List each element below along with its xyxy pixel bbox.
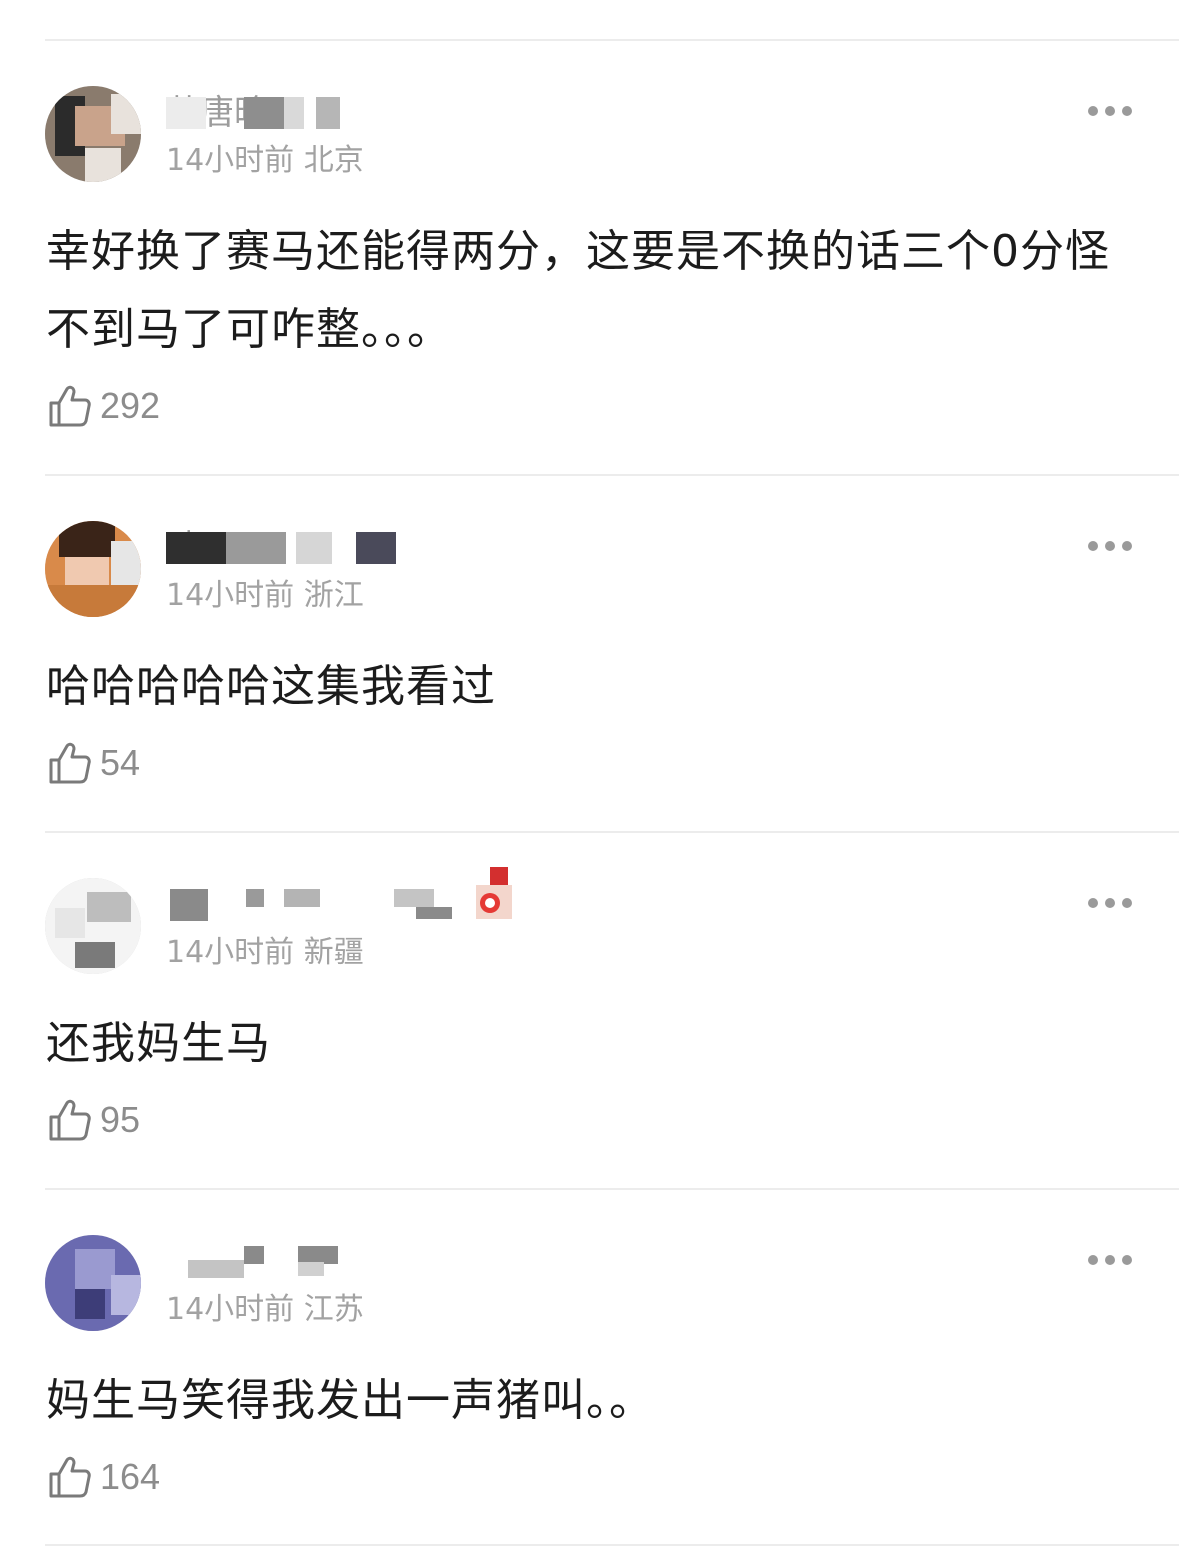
comment-location: 新疆 <box>303 935 364 970</box>
avatar-pixel-block <box>45 585 141 617</box>
username[interactable]: 晴天 <box>166 526 426 570</box>
like-button[interactable]: 164 <box>48 1454 160 1500</box>
avatar-pixel-block <box>111 94 141 134</box>
username-mosaic <box>356 532 396 564</box>
thumbs-up-icon <box>49 1099 91 1141</box>
comment-meta: 14小时前 北京 <box>166 141 364 181</box>
username-mosaic <box>284 97 304 129</box>
username-mosaic <box>166 532 226 564</box>
more-horizontal-icon[interactable] <box>1088 893 1132 913</box>
comment-time: 14小时前 <box>166 1292 295 1327</box>
more-horizontal-icon[interactable] <box>1088 1250 1132 1270</box>
comment-time: 14小时前 <box>166 578 295 613</box>
username-mosaic <box>296 532 332 564</box>
username-mosaic <box>416 907 452 919</box>
username-mosaic <box>246 889 264 907</box>
like-count: 292 <box>100 385 161 426</box>
comment-item: 14小时前 新疆 还我妈生马 95 <box>0 833 1179 1188</box>
avatar-pixel-block <box>55 908 85 938</box>
more-horizontal-icon[interactable] <box>1088 101 1132 121</box>
like-count: 95 <box>100 1099 141 1140</box>
avatar-pixel-block <box>111 1275 141 1315</box>
comment-time: 14小时前 <box>166 935 295 970</box>
comment-text: 幸好换了赛马还能得两分，这要是不换的话三个0分怪不到马了可咋整。。。 <box>46 226 1110 355</box>
like-count: 164 <box>100 1456 161 1497</box>
avatar-pixel-block <box>75 1289 105 1319</box>
thumbs-up-icon <box>49 742 91 784</box>
like-button[interactable]: 54 <box>48 740 140 786</box>
avatar-pixel-block <box>75 1249 115 1289</box>
username[interactable] <box>166 883 466 927</box>
more-horizontal-icon[interactable] <box>1088 536 1132 556</box>
comment-item: 14小时前 江苏 妈生马笑得我发出一声猪叫。。 164 <box>0 1190 1179 1545</box>
avatar-pixel-block <box>111 541 141 585</box>
username-mosaic <box>284 889 320 907</box>
username-mosaic <box>166 97 206 129</box>
comment-location: 浙江 <box>303 578 364 613</box>
avatar-pixel-block <box>75 942 115 968</box>
avatar[interactable] <box>45 521 141 617</box>
username-mosaic <box>244 97 284 129</box>
comment-text: 还我妈生马 <box>46 1018 271 1069</box>
avatar-pixel-block <box>87 892 131 922</box>
comment-text: 哈哈哈哈哈这集我看过 <box>46 661 496 712</box>
comment-location: 北京 <box>303 143 364 178</box>
comment-item: 晴天 14小时前 浙江 哈哈哈哈哈这集我看过 54 <box>0 476 1179 831</box>
username-mosaic <box>170 889 208 921</box>
avatar[interactable] <box>45 1235 141 1331</box>
like-button[interactable]: 292 <box>48 383 160 429</box>
thumbs-up-icon <box>49 1456 91 1498</box>
username[interactable]: 萧唐晗风 <box>166 91 426 135</box>
comment-item: 萧唐晗风 14小时前 北京 幸好换了赛马还能得两分，这要是不换的话三个0分怪不到… <box>0 41 1179 427</box>
username-mosaic <box>244 1246 264 1264</box>
avatar[interactable] <box>45 86 141 182</box>
username-mosaic <box>188 1260 244 1278</box>
comment-meta: 14小时前 浙江 <box>166 576 364 616</box>
username-mosaic <box>394 889 434 907</box>
badge-icon <box>472 861 514 925</box>
avatar-pixel-block <box>85 148 121 182</box>
comment-meta: 14小时前 江苏 <box>166 1290 364 1330</box>
username[interactable] <box>166 1240 426 1284</box>
thumbs-up-icon <box>49 385 91 427</box>
username-mosaic <box>298 1262 324 1276</box>
username-mosaic <box>316 97 340 129</box>
like-count: 54 <box>100 742 141 783</box>
avatar-pixel-block <box>59 521 115 557</box>
username-mosaic <box>226 532 286 564</box>
comment-meta: 14小时前 新疆 <box>166 933 364 973</box>
comment-time: 14小时前 <box>166 143 295 178</box>
comment-location: 江苏 <box>303 1292 364 1327</box>
avatar[interactable] <box>45 878 141 974</box>
comment-text: 妈生马笑得我发出一声猪叫。。 <box>46 1375 654 1426</box>
like-button[interactable]: 95 <box>48 1097 140 1143</box>
